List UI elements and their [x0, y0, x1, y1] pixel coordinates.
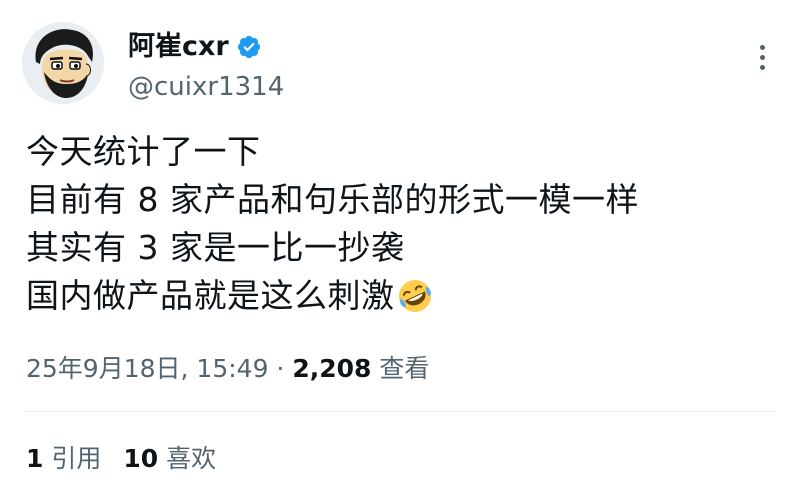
meta-separator: · [268, 354, 293, 383]
more-dot-icon [759, 65, 765, 70]
tweet-text: 今天统计了一下 目前有 8 家产品和句乐部的形式一模一样 其实有 3 家是一比一… [26, 128, 639, 320]
tweet-timestamp[interactable]: 25年9月18日, 15:49 [26, 354, 268, 383]
avatar[interactable] [22, 22, 104, 104]
quotes-label: 引用 [51, 444, 102, 473]
tweet-line: 国内做产品就是这么刺激 [26, 276, 395, 315]
rolling-on-floor-laughing-emoji-icon [398, 280, 431, 312]
verified-badge-icon [237, 35, 260, 59]
user-display-name-row[interactable]: 阿崔cxr [128, 30, 262, 64]
tweet-line: 目前有 8 家产品和句乐部的形式一模一样 [26, 180, 639, 219]
tweet-line: 今天统计了一下 [26, 132, 261, 171]
user-handle[interactable]: @cuixr1314 [128, 70, 284, 104]
quotes-stat[interactable]: 1 引用 [26, 444, 101, 473]
quotes-count: 1 [26, 444, 44, 473]
divider [26, 411, 774, 412]
display-name[interactable]: 阿崔cxr [128, 30, 229, 64]
tweet-line: 其实有 3 家是一比一抄袭 [26, 228, 405, 267]
likes-label: 喜欢 [166, 444, 217, 473]
engagement-stats: 1 引用 10 喜欢 [26, 440, 216, 478]
likes-stat[interactable]: 10 喜欢 [123, 444, 216, 473]
tweet-meta: 25年9月18日, 15:49 · 2,208 查看 [26, 350, 429, 388]
avatar-cartoon-face-icon [22, 22, 104, 104]
tweet-line-with-emoji: 国内做产品就是这么刺激 [26, 272, 639, 320]
more-options-button[interactable] [750, 45, 774, 77]
views-label: 查看 [379, 354, 430, 383]
more-dot-icon [759, 55, 765, 60]
views-count: 2,208 [292, 354, 372, 383]
likes-count: 10 [123, 444, 159, 473]
more-dot-icon [759, 45, 765, 50]
